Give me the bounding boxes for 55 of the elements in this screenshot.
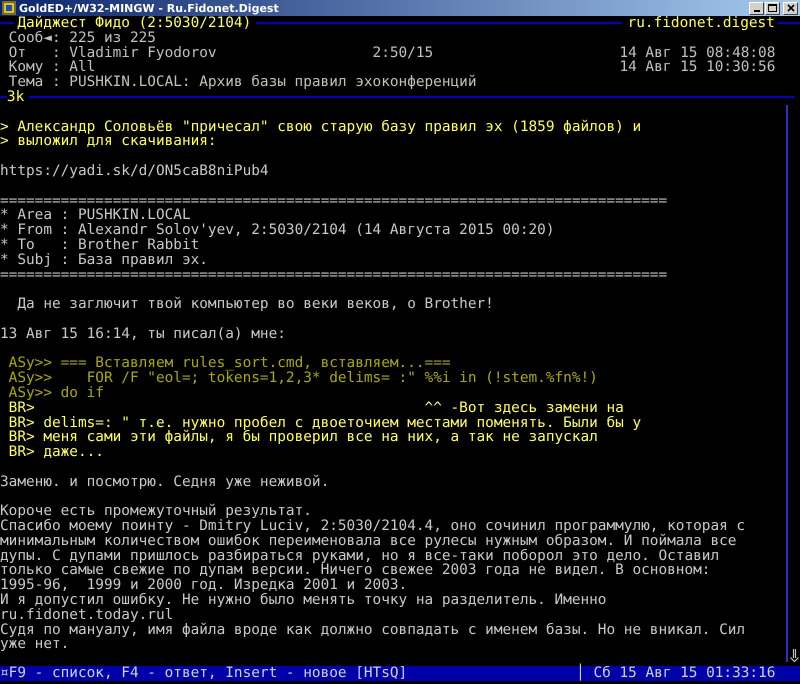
- quoted-line: ASy>> do if: [8, 384, 104, 401]
- quoted-line: > Александр Соловьёв "причесал" свою старую базу правил эх (1859 файлов) и: [0, 118, 642, 135]
- quoted-line: ASy>> === Вставляем rules_sort.cmd, вставляем...===: [8, 355, 451, 372]
- message-date: 14 Авг 15 10:30:56: [619, 60, 776, 76]
- field-label: От :: [8, 44, 61, 61]
- field-label: Кому :: [8, 59, 61, 76]
- message-line: И я допустил ошибку. Не нужно было менять точку на разделитель. Именно: [0, 592, 606, 608]
- message-size: 3k: [6, 90, 24, 105]
- message-line: Да не заглючит твой компьютер во веки веков, о Brother!: [16, 296, 494, 312]
- message-line: * From : Alexandr Solov'yev, 2:5030/2104 (14 Августа 2015 00:20): [0, 222, 554, 238]
- message-line: Короче есть промежуточный результат.: [0, 503, 312, 520]
- quoted-line: > выложил для скачивания:: [0, 133, 217, 150]
- scrollbar[interactable]: [786, 104, 800, 662]
- quoted-line: BR> меня сами эти файлы, я бы проверил все на них, а так не запускал: [8, 429, 598, 446]
- field-value: PUSHKIN.LOCAL: Архив базы правил эхоконференций: [69, 74, 476, 90]
- quoted-line: BR> ^^ -Вот здесь замени на: [8, 400, 624, 416]
- message-line: ru.fidonet.today.rul: [0, 606, 174, 623]
- echo-name: ru.fidonet.digest: [628, 16, 775, 31]
- message-line: https://yadi.sk/d/ON5caB8niPub4: [0, 162, 269, 179]
- message-line: минимальным количеством ошибок переименовала все рулесы нужным образом. И поймала все: [0, 532, 736, 549]
- message-line: Судя по мануалу, имя файла вроде как должно совпадать с именем базы. Но не вникал. Сил: [0, 622, 746, 638]
- area-title: Дайджест Фидо (2:5030/2104): [17, 16, 252, 31]
- message-line: только самые свежие по дупам версии. Ничего свежее 2003 года не видел. В основном:: [0, 562, 710, 578]
- status-separator: │: [576, 666, 585, 681]
- field-label: Тема :: [8, 74, 61, 90]
- sender-address: 2:50/15: [372, 44, 434, 61]
- message-line: Спасибо моему поинту - Dmitry Luciv, 2:5030/2104.4, оно сочинил программулю, которая с: [0, 518, 746, 534]
- message-line: * To : Brother Rabbit: [0, 236, 200, 253]
- field-value: All: [69, 59, 96, 76]
- separator-line: =============================================================================: [0, 266, 668, 283]
- close-icon: [786, 4, 794, 12]
- message-line: дупы. С дупами пришлось разбираться руками, но я все-таки поборол это дело. Оставил: [0, 548, 720, 564]
- key-hints: ¤F9 - список, F4 - ответ, Insert - новое [HTsQ]: [0, 666, 408, 681]
- quoted-line: BR> даже...: [8, 444, 104, 460]
- window-title: GoldED+/W32-MINGW - Ru.Fidonet.Digest: [19, 2, 280, 14]
- message-line: 13 Авг 15 16:14, ты писал(а) мне:: [0, 326, 286, 342]
- message-line: 1995-96, 1999 и 2000 год. Изредка 2001 и 2003.: [0, 577, 408, 594]
- message-line: * Subj : База правил эх.: [0, 252, 208, 268]
- field-value: Vladimir Fyodorov: [69, 44, 217, 61]
- field-label: Сооб◄:: [8, 30, 61, 46]
- minimize-button[interactable]: [749, 2, 764, 14]
- field-value: 225 из 225: [69, 30, 156, 46]
- separator-line: =============================================================================: [0, 192, 668, 209]
- close-button[interactable]: [783, 2, 798, 14]
- clock: Сб 15 Авг 15 01:33:16: [593, 666, 776, 681]
- message-line: Заменю. и посмотрю. Седня уже неживой.: [0, 474, 330, 490]
- maximize-icon: [768, 4, 777, 12]
- message-line: уже нет.: [0, 636, 70, 652]
- scroll-down-icon[interactable]: [790, 649, 799, 662]
- message-line: * Area : PUSHKIN.LOCAL: [0, 207, 191, 224]
- quoted-line: BR> delims=: " т.е. нужно пробел с двоеточием местами поменять. Были бы у: [8, 414, 642, 431]
- quoted-line: ASy>> FOR /F "eol=; tokens=1,2,3* delims= :" %%i in (!stem.%fn%!): [8, 370, 598, 386]
- app-icon: [2, 1, 16, 15]
- message-date: 14 Авг 15 08:48:08: [619, 46, 776, 60]
- maximize-button[interactable]: [765, 2, 780, 14]
